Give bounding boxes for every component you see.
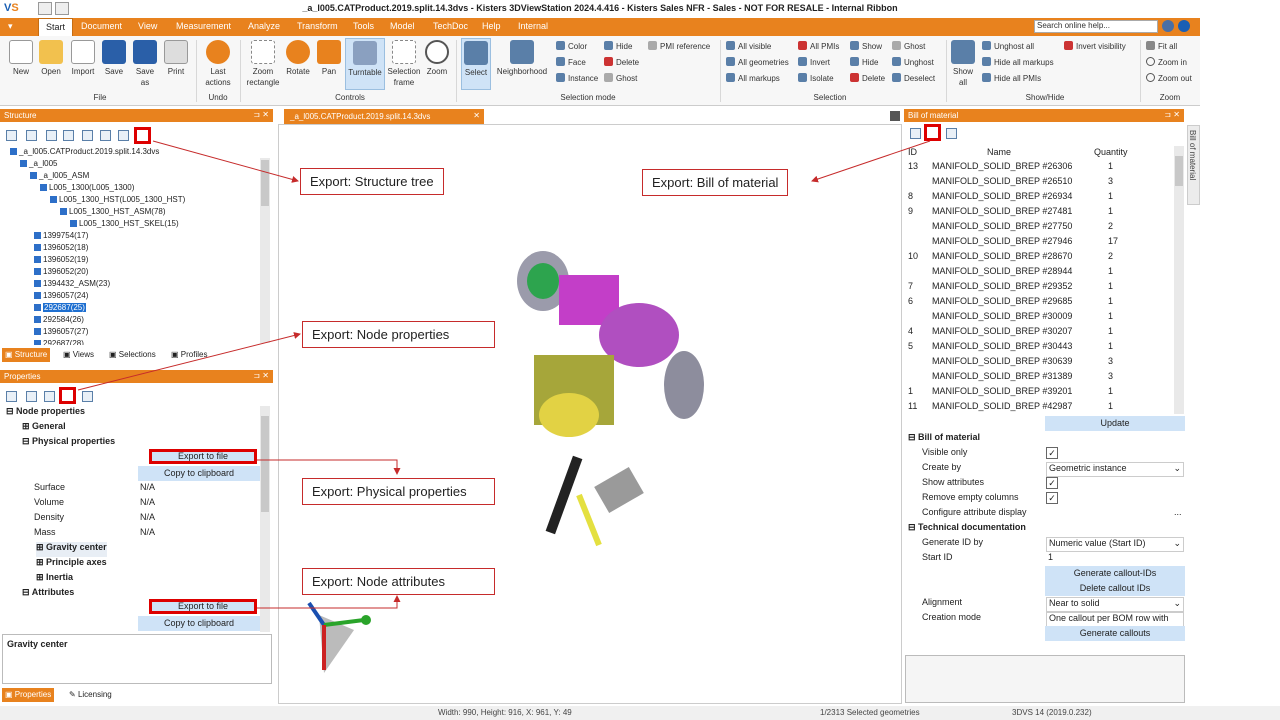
callout-arrows	[77, 140, 931, 609]
status-version: 3DVS 14 (2019.0.232)	[1012, 708, 1092, 717]
status-dimensions: Width: 990, Height: 916, X: 961, Y: 49	[438, 708, 572, 717]
status-bar: Width: 990, Height: 916, X: 961, Y: 49 1…	[0, 706, 1280, 720]
status-selection: 1/2313 Selected geometries	[820, 708, 920, 717]
